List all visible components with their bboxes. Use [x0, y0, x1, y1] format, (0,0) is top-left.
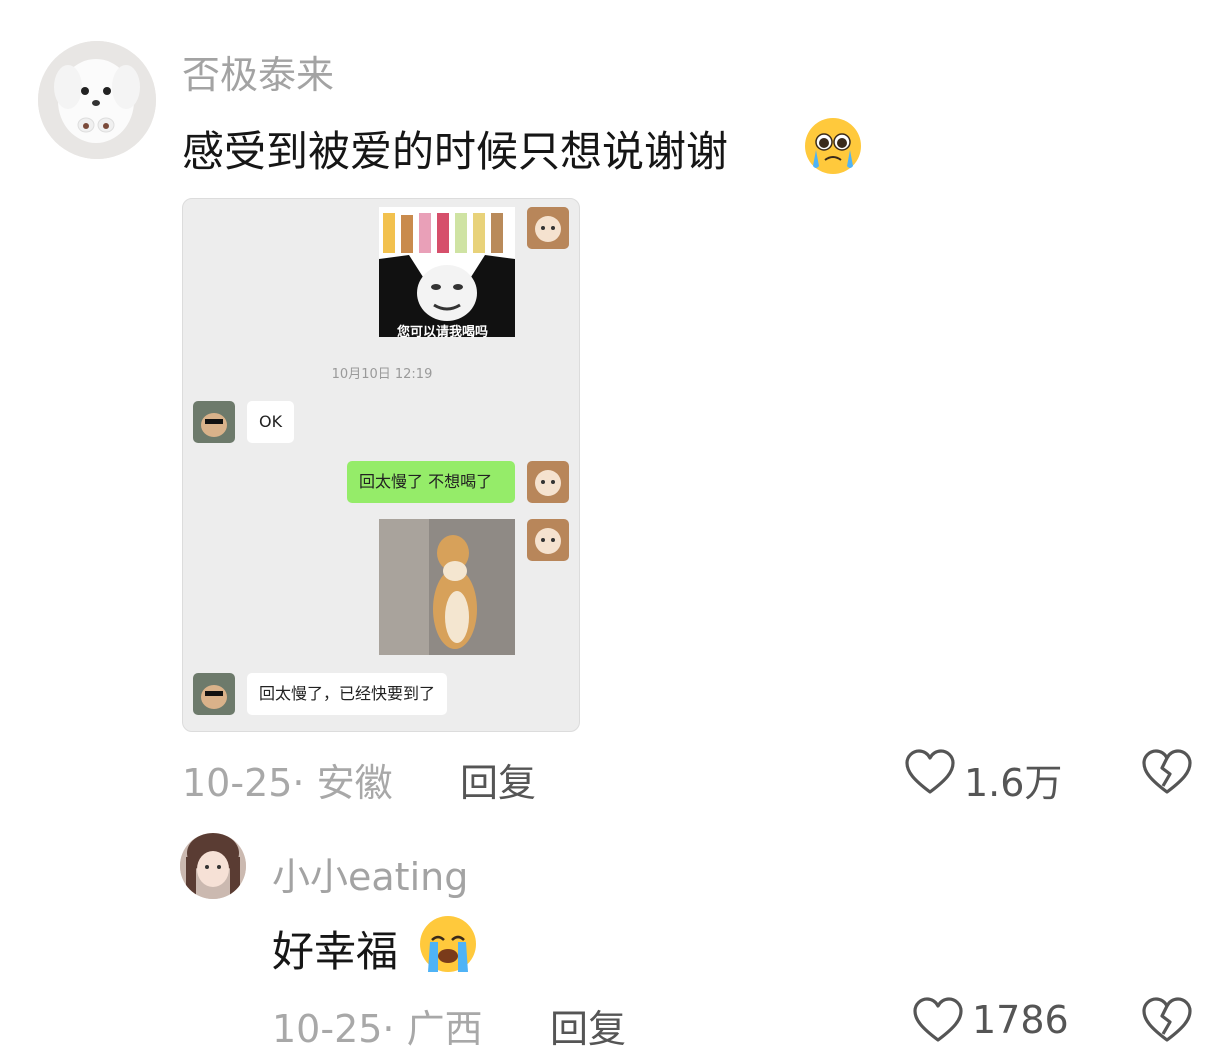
sticker-caption: 您可以请我喝吗	[397, 325, 489, 340]
reply-button[interactable]: 回复	[550, 998, 626, 1053]
reply-button[interactable]: 回复	[460, 752, 536, 807]
like-count: 1.6万	[964, 761, 1063, 805]
friend-avatar	[193, 401, 235, 443]
commenter-username[interactable]: 否极泰来	[182, 44, 334, 99]
broken-heart-icon[interactable]	[1141, 748, 1193, 796]
like-count: 1786	[972, 998, 1069, 1042]
commenter-avatar[interactable]	[38, 41, 156, 159]
self-avatar	[527, 207, 569, 249]
chat-bubble: 回太慢了 不想喝了	[347, 461, 515, 503]
chat-timestamp: 10月10日 12:19	[331, 367, 433, 382]
heart-outline-icon[interactable]	[904, 748, 956, 796]
reply-comment-text: 好幸福	[272, 927, 399, 976]
pleading-crying-face-icon	[803, 116, 863, 176]
comment-date-location: 10-25· 安徽	[182, 761, 393, 805]
chat-bubble: 回太慢了，已经快要到了	[247, 673, 448, 715]
comment-text: 感受到被爱的时候只想说谢谢	[182, 127, 729, 176]
reply-commenter-username[interactable]: 小小eating	[272, 846, 468, 901]
shiba-dog-image	[379, 519, 515, 655]
chat-screenshot-image[interactable]: 您可以请我喝吗 10月10日 12:19 OK 回太慢了 不想喝了 回太慢了，已…	[182, 198, 580, 732]
reply-date-location: 10-25· 广西	[272, 1007, 483, 1051]
sticker-image	[379, 207, 515, 337]
self-avatar	[527, 519, 569, 561]
friend-avatar	[193, 673, 235, 715]
reply-commenter-avatar[interactable]	[180, 833, 246, 899]
chat-bubble: OK	[247, 401, 295, 443]
loudly-crying-face-icon	[418, 914, 478, 974]
heart-outline-icon[interactable]	[912, 996, 964, 1044]
broken-heart-icon[interactable]	[1141, 996, 1193, 1044]
self-avatar	[527, 461, 569, 503]
